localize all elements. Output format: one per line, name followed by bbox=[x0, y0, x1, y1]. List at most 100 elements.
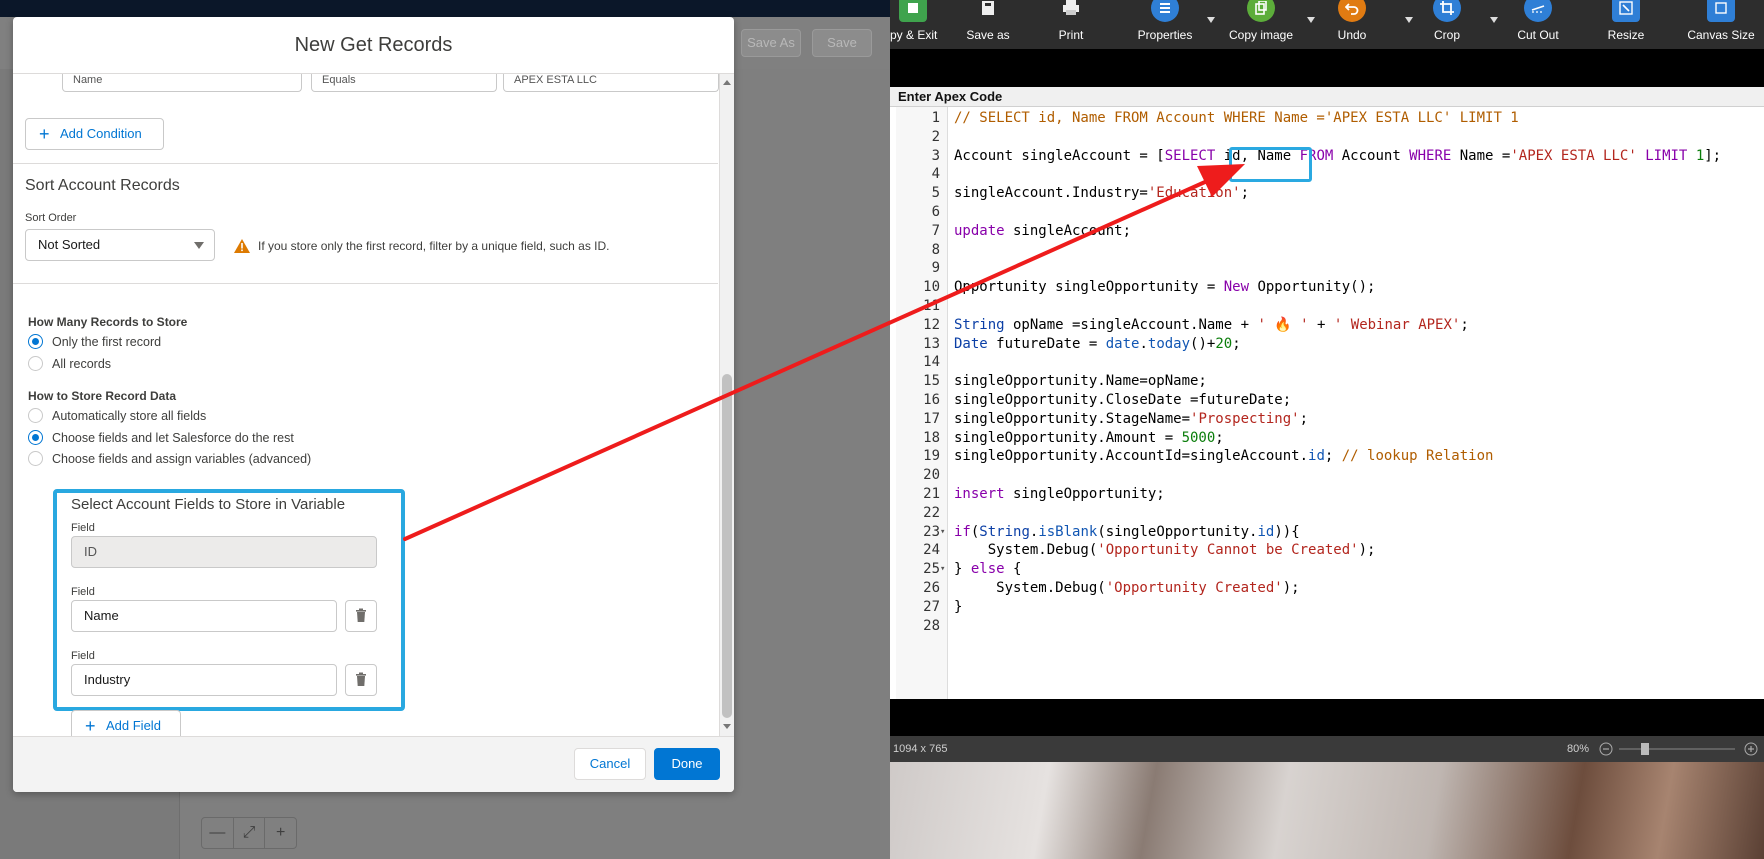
undo-icon bbox=[1338, 0, 1366, 22]
save-as-tool-button[interactable]: Save as bbox=[958, 0, 1018, 49]
tool-label: Canvas Size bbox=[1687, 28, 1755, 42]
trash-icon bbox=[356, 672, 366, 686]
copy-icon bbox=[1247, 0, 1275, 22]
add-field-label: Add Field bbox=[106, 718, 161, 733]
printer-icon bbox=[1057, 0, 1085, 22]
store-data-title: How to Store Record Data bbox=[28, 389, 177, 403]
select-fields-highlight bbox=[1229, 147, 1312, 182]
chevron-down-icon bbox=[194, 242, 204, 249]
field-label: Field bbox=[71, 586, 95, 598]
scroll-thumb[interactable] bbox=[722, 374, 732, 718]
warning-icon bbox=[234, 239, 250, 253]
condition-field-input[interactable]: Name bbox=[62, 74, 302, 92]
tool-label: Save as bbox=[966, 28, 1010, 42]
delete-field-button[interactable] bbox=[345, 600, 377, 632]
editor-statusbar: 1094 x 765 80% bbox=[890, 736, 1764, 762]
trash-icon bbox=[356, 608, 366, 622]
line-number: 28 bbox=[923, 617, 940, 634]
chevron-down-icon[interactable] bbox=[1405, 17, 1413, 23]
add-condition-button[interactable]: + Add Condition bbox=[25, 118, 164, 150]
modal-header: New Get Records bbox=[13, 17, 734, 74]
field-name-input[interactable]: Name bbox=[71, 600, 337, 632]
cut-out-button[interactable]: Cut Out bbox=[1508, 0, 1568, 49]
save-button[interactable]: Save bbox=[812, 29, 872, 57]
save-as-icon bbox=[974, 0, 1002, 22]
copy-image-button[interactable]: Copy image bbox=[1226, 0, 1296, 49]
cancel-button[interactable]: Cancel bbox=[574, 748, 646, 780]
condition-operator-select[interactable]: Equals bbox=[311, 74, 497, 92]
code-window-title: Enter Apex Code bbox=[890, 87, 1764, 107]
plus-icon: + bbox=[85, 716, 96, 736]
modal-footer: Cancel Done bbox=[13, 736, 734, 792]
resize-button[interactable]: Resize bbox=[1601, 0, 1651, 49]
canvas-size-button[interactable]: Canvas Size bbox=[1678, 0, 1764, 49]
field-id-input: ID bbox=[71, 536, 377, 568]
radio-choose-fields-advanced[interactable]: Choose fields and assign variables (adva… bbox=[28, 451, 311, 466]
condition-value-input[interactable]: APEX ESTA LLC bbox=[503, 74, 719, 92]
properties-button[interactable]: Properties bbox=[1132, 0, 1198, 49]
delete-field-button[interactable] bbox=[345, 664, 377, 696]
radio-choose-fields-auto[interactable]: Choose fields and let Salesforce do the … bbox=[28, 430, 294, 445]
tool-label: Undo bbox=[1337, 28, 1367, 42]
modal-title: New Get Records bbox=[294, 33, 453, 56]
radio-auto-store-fields[interactable]: Automatically store all fields bbox=[28, 408, 206, 423]
radio-button[interactable] bbox=[28, 408, 43, 423]
tool-label: Resize bbox=[1607, 28, 1645, 42]
divider bbox=[13, 283, 718, 284]
divider bbox=[13, 163, 718, 164]
radio-button[interactable] bbox=[28, 430, 43, 445]
zoom-controls: — ⤢ + bbox=[201, 817, 297, 849]
fit-view-button[interactable]: ⤢ bbox=[234, 818, 266, 848]
zoom-in-button[interactable]: + bbox=[265, 818, 296, 848]
crop-button[interactable]: Crop bbox=[1423, 0, 1471, 49]
field-industry-input[interactable]: Industry bbox=[71, 664, 337, 696]
sort-order-select[interactable]: Not Sorted bbox=[25, 229, 215, 261]
add-field-button[interactable]: + Add Field bbox=[71, 710, 181, 736]
radio-only-first-record[interactable]: Only the first record bbox=[28, 334, 161, 349]
zoom-out-button[interactable]: — bbox=[202, 818, 234, 848]
fields-highlight-box: Select Account Fields to Store in Variab… bbox=[53, 489, 405, 711]
radio-label: Choose fields and let Salesforce do the … bbox=[52, 430, 294, 445]
sort-order-label: Sort Order bbox=[25, 212, 77, 224]
properties-icon bbox=[1151, 0, 1179, 22]
tool-label: Print bbox=[1058, 28, 1084, 42]
editor-toolbar: py & Exit Save as Print Properties Copy … bbox=[890, 0, 1764, 49]
zoom-level: 80% bbox=[1567, 743, 1590, 755]
fields-section-title: Select Account Fields to Store in Variab… bbox=[71, 496, 346, 513]
records-to-store-title: How Many Records to Store bbox=[28, 315, 188, 329]
scroll-down-icon[interactable] bbox=[723, 724, 731, 729]
radio-label: Automatically store all fields bbox=[52, 408, 207, 423]
print-button[interactable]: Print bbox=[1047, 0, 1095, 49]
chevron-down-icon[interactable] bbox=[1490, 17, 1498, 23]
radio-button[interactable] bbox=[28, 356, 43, 371]
sort-order-value: Not Sorted bbox=[38, 237, 101, 252]
radio-label: All records bbox=[52, 356, 112, 371]
chevron-down-icon[interactable] bbox=[1207, 17, 1215, 23]
tool-label: py & Exit bbox=[890, 28, 938, 42]
radio-button[interactable] bbox=[28, 334, 43, 349]
sort-warning-text: If you store only the first record, filt… bbox=[258, 239, 610, 253]
modal-body: Name Equals APEX ESTA LLC + Add Conditio… bbox=[13, 74, 734, 736]
scroll-up-icon[interactable] bbox=[723, 80, 731, 85]
code-line[interactable]: 28 bbox=[890, 616, 1764, 637]
canvas-margin bbox=[890, 699, 1764, 736]
save-as-button[interactable]: Save As bbox=[741, 29, 801, 57]
screenshot-editor: py & Exit Save as Print Properties Copy … bbox=[890, 0, 1764, 859]
undo-button[interactable]: Undo bbox=[1328, 0, 1376, 49]
sort-section-title: Sort Account Records bbox=[25, 177, 180, 194]
modal-scrollbar[interactable] bbox=[719, 74, 734, 736]
done-button[interactable]: Done bbox=[654, 748, 720, 780]
cut-icon bbox=[1524, 0, 1552, 22]
tool-label: Crop bbox=[1433, 28, 1460, 42]
image-dimensions: 1094 x 765 bbox=[893, 743, 948, 755]
chevron-down-icon[interactable] bbox=[1307, 17, 1315, 23]
save-exit-button[interactable]: py & Exit bbox=[890, 0, 938, 49]
save-icon bbox=[899, 0, 927, 22]
radio-label: Choose fields and assign variables (adva… bbox=[52, 451, 312, 466]
radio-all-records[interactable]: All records bbox=[28, 356, 111, 371]
zoom-slider[interactable] bbox=[1599, 742, 1759, 756]
radio-button[interactable] bbox=[28, 451, 43, 466]
tool-label: Cut Out bbox=[1517, 28, 1559, 42]
apex-code-window: Enter Apex Code 1// SELECT id, Name FROM… bbox=[890, 87, 1764, 699]
canvas-margin bbox=[890, 49, 1764, 87]
